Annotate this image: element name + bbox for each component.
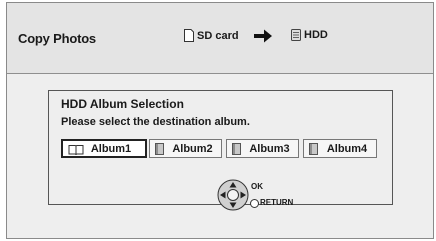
ok-hint: OK bbox=[251, 182, 263, 191]
sd-card-icon bbox=[184, 29, 194, 42]
source-label: SD card bbox=[197, 29, 239, 42]
dialog-title: HDD Album Selection bbox=[61, 97, 184, 111]
destination-indicator: HDD bbox=[291, 29, 328, 41]
album-button-1[interactable]: Album1 bbox=[61, 139, 147, 158]
album-label: Album2 bbox=[172, 142, 213, 155]
album-button-2[interactable]: Album2 bbox=[149, 139, 222, 158]
page-title: Copy Photos bbox=[18, 31, 96, 46]
remote-hints: OK RETURN bbox=[217, 179, 307, 215]
album-list: Album1 Album2 Album3 Album4 bbox=[61, 139, 387, 158]
dialog-message: Please select the destination album. bbox=[61, 116, 250, 128]
album-label: Album1 bbox=[90, 142, 132, 155]
source-indicator: SD card bbox=[184, 29, 239, 42]
destination-label: HDD bbox=[304, 29, 328, 41]
hdd-icon bbox=[291, 29, 301, 41]
album-selection-dialog: HDD Album Selection Please select the de… bbox=[48, 90, 393, 211]
screen: Copy Photos SD card HDD HDD Album Select… bbox=[6, 2, 434, 239]
header: Copy Photos SD card HDD bbox=[7, 3, 433, 74]
return-button-icon bbox=[250, 199, 259, 208]
album-label: Album3 bbox=[249, 142, 290, 155]
arrow-right-icon bbox=[253, 28, 276, 44]
album-label: Album4 bbox=[326, 142, 368, 155]
album-button-4[interactable]: Album4 bbox=[303, 139, 377, 158]
album-button-3[interactable]: Album3 bbox=[226, 139, 299, 158]
dpad-icon bbox=[217, 179, 249, 211]
return-hint: RETURN bbox=[260, 198, 294, 207]
